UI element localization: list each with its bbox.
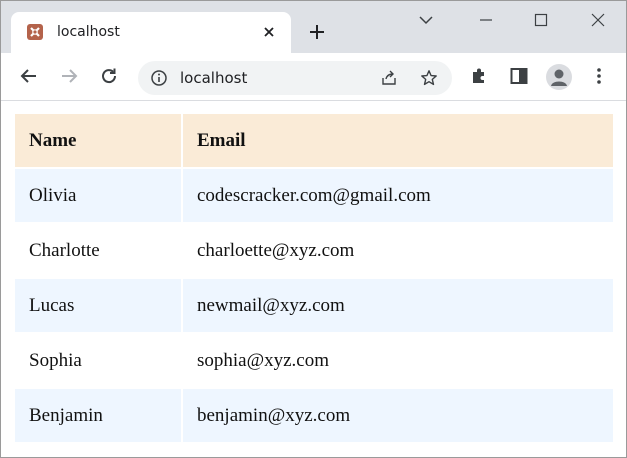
address-text: localhost: [180, 69, 248, 87]
cell-name: Olivia: [15, 169, 181, 222]
profile-avatar[interactable]: [546, 64, 572, 90]
menu-kebab-icon[interactable]: [589, 66, 609, 86]
cell-email: newmail@xyz.com: [183, 279, 613, 332]
table-row: Benjamin benjamin@xyz.com: [15, 389, 613, 442]
tab-search-chevron-down-icon[interactable]: [417, 11, 435, 29]
minimize-icon[interactable]: [477, 11, 495, 29]
cell-name: Benjamin: [15, 389, 181, 442]
maximize-icon[interactable]: [532, 11, 550, 29]
reload-icon[interactable]: [99, 66, 119, 86]
side-panel-icon[interactable]: [509, 66, 529, 86]
table-header-row: Name Email: [15, 114, 613, 167]
new-tab-icon[interactable]: [307, 22, 327, 42]
back-arrow-icon[interactable]: [19, 66, 39, 86]
xampp-favicon-icon: [27, 24, 43, 40]
site-info-icon[interactable]: [150, 69, 168, 87]
bookmark-star-icon[interactable]: [420, 69, 438, 87]
person-icon: [551, 69, 567, 86]
cell-email: sophia@xyz.com: [183, 334, 613, 387]
cell-name: Lucas: [15, 279, 181, 332]
page-content: Name Email Olivia codescracker.com@gmail…: [1, 101, 626, 457]
tab-strip: localhost: [1, 1, 626, 53]
cell-email: codescracker.com@gmail.com: [183, 169, 613, 222]
table-row: Lucas newmail@xyz.com: [15, 279, 613, 332]
column-header-name: Name: [15, 114, 181, 167]
close-tab-icon[interactable]: [261, 24, 277, 40]
tab-title: localhost: [57, 24, 120, 40]
column-header-email: Email: [183, 114, 613, 167]
table-row: Sophia sophia@xyz.com: [15, 334, 613, 387]
cell-email: charloette@xyz.com: [183, 224, 613, 277]
users-table: Name Email Olivia codescracker.com@gmail…: [13, 112, 615, 444]
forward-arrow-icon[interactable]: [59, 66, 79, 86]
browser-toolbar: localhost: [1, 53, 626, 101]
close-window-icon[interactable]: [589, 11, 607, 29]
address-bar[interactable]: localhost: [138, 61, 452, 95]
share-icon[interactable]: [380, 69, 398, 87]
cell-email: benjamin@xyz.com: [183, 389, 613, 442]
table-row: Olivia codescracker.com@gmail.com: [15, 169, 613, 222]
tab-localhost[interactable]: localhost: [11, 12, 291, 53]
table-row: Charlotte charloette@xyz.com: [15, 224, 613, 277]
cell-name: Charlotte: [15, 224, 181, 277]
browser-window: localhost localhost Name Email Olivia co…: [0, 0, 627, 458]
cell-name: Sophia: [15, 334, 181, 387]
extensions-puzzle-icon[interactable]: [469, 66, 489, 86]
